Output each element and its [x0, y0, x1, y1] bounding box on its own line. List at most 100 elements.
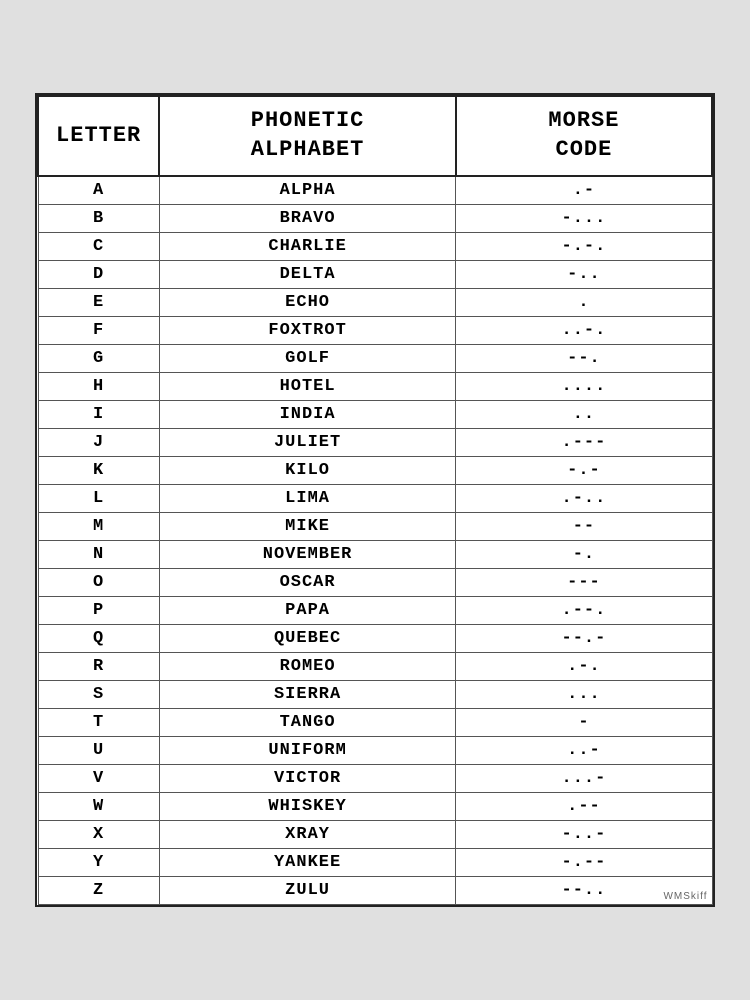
cell-phonetic: ROMEO [159, 652, 456, 680]
cell-phonetic: QUEBEC [159, 624, 456, 652]
cell-phonetic: ECHO [159, 288, 456, 316]
cell-letter: S [38, 680, 159, 708]
cell-morse: -. [456, 540, 712, 568]
morse-code-table-card: LETTER PHONETIC ALPHABET MORSE CODE AALP… [35, 93, 715, 906]
cell-morse: .-. [456, 652, 712, 680]
cell-morse: .-- [456, 792, 712, 820]
cell-letter: D [38, 260, 159, 288]
header-morse: MORSE CODE [456, 96, 712, 175]
table-row: QQUEBEC--.- [38, 624, 712, 652]
table-row: PPAPA.--. [38, 596, 712, 624]
cell-letter: F [38, 316, 159, 344]
cell-phonetic: MIKE [159, 512, 456, 540]
table-row: VVICTOR...- [38, 764, 712, 792]
table-row: HHOTEL.... [38, 372, 712, 400]
table-row: WWHISKEY.-- [38, 792, 712, 820]
table-row: NNOVEMBER-. [38, 540, 712, 568]
cell-letter: N [38, 540, 159, 568]
cell-phonetic: DELTA [159, 260, 456, 288]
table-row: FFOXTROT..-. [38, 316, 712, 344]
cell-letter: Q [38, 624, 159, 652]
cell-morse: -.-. [456, 232, 712, 260]
cell-letter: R [38, 652, 159, 680]
cell-phonetic: XRAY [159, 820, 456, 848]
cell-letter: P [38, 596, 159, 624]
cell-morse: .- [456, 176, 712, 205]
cell-letter: H [38, 372, 159, 400]
cell-phonetic: TANGO [159, 708, 456, 736]
cell-letter: G [38, 344, 159, 372]
cell-phonetic: SIERRA [159, 680, 456, 708]
cell-phonetic: UNIFORM [159, 736, 456, 764]
cell-letter: K [38, 456, 159, 484]
table-row: AALPHA.- [38, 176, 712, 205]
cell-morse: - [456, 708, 712, 736]
cell-letter: I [38, 400, 159, 428]
cell-phonetic: YANKEE [159, 848, 456, 876]
watermark: WMSkiff [663, 891, 707, 902]
cell-morse: ... [456, 680, 712, 708]
table-row: TTANGO- [38, 708, 712, 736]
cell-letter: U [38, 736, 159, 764]
header-letter: LETTER [38, 96, 159, 175]
cell-phonetic: INDIA [159, 400, 456, 428]
cell-morse: ..-. [456, 316, 712, 344]
cell-letter: L [38, 484, 159, 512]
cell-morse: -..- [456, 820, 712, 848]
cell-morse: ...- [456, 764, 712, 792]
cell-phonetic: LIMA [159, 484, 456, 512]
table-row: CCHARLIE-.-. [38, 232, 712, 260]
cell-letter: O [38, 568, 159, 596]
cell-phonetic: WHISKEY [159, 792, 456, 820]
cell-letter: E [38, 288, 159, 316]
cell-phonetic: KILO [159, 456, 456, 484]
table-body: AALPHA.-BBRAVO-...CCHARLIE-.-.DDELTA-..E… [38, 176, 712, 905]
header-phonetic: PHONETIC ALPHABET [159, 96, 456, 175]
table-row: IINDIA.. [38, 400, 712, 428]
cell-phonetic: CHARLIE [159, 232, 456, 260]
cell-phonetic: JULIET [159, 428, 456, 456]
cell-morse: .--. [456, 596, 712, 624]
cell-phonetic: PAPA [159, 596, 456, 624]
cell-morse: .... [456, 372, 712, 400]
cell-morse: --- [456, 568, 712, 596]
cell-letter: C [38, 232, 159, 260]
table-row: DDELTA-.. [38, 260, 712, 288]
cell-morse: -.-- [456, 848, 712, 876]
cell-morse: -.. [456, 260, 712, 288]
table-row: EECHO. [38, 288, 712, 316]
cell-letter: W [38, 792, 159, 820]
cell-morse: .--- [456, 428, 712, 456]
table-row: RROMEO.-. [38, 652, 712, 680]
table-row: GGOLF--. [38, 344, 712, 372]
table-row: JJULIET.--- [38, 428, 712, 456]
table-row: ZZULU--..WMSkiff [38, 876, 712, 904]
cell-morse: --. [456, 344, 712, 372]
cell-morse: ..- [456, 736, 712, 764]
cell-morse: .-.. [456, 484, 712, 512]
cell-letter: J [38, 428, 159, 456]
cell-letter: V [38, 764, 159, 792]
cell-phonetic: BRAVO [159, 204, 456, 232]
cell-morse: -... [456, 204, 712, 232]
cell-phonetic: FOXTROT [159, 316, 456, 344]
table-row: BBRAVO-... [38, 204, 712, 232]
table-row: LLIMA.-.. [38, 484, 712, 512]
cell-morse: --..WMSkiff [456, 876, 712, 904]
cell-letter: T [38, 708, 159, 736]
cell-morse: .. [456, 400, 712, 428]
cell-letter: Y [38, 848, 159, 876]
cell-phonetic: OSCAR [159, 568, 456, 596]
cell-morse: -- [456, 512, 712, 540]
cell-phonetic: ALPHA [159, 176, 456, 205]
cell-letter: B [38, 204, 159, 232]
cell-morse: . [456, 288, 712, 316]
table-header-row: LETTER PHONETIC ALPHABET MORSE CODE [38, 96, 712, 175]
table-row: YYANKEE-.-- [38, 848, 712, 876]
cell-letter: Z [38, 876, 159, 904]
cell-letter: A [38, 176, 159, 205]
cell-letter: X [38, 820, 159, 848]
cell-phonetic: NOVEMBER [159, 540, 456, 568]
cell-letter: M [38, 512, 159, 540]
table-row: OOSCAR--- [38, 568, 712, 596]
